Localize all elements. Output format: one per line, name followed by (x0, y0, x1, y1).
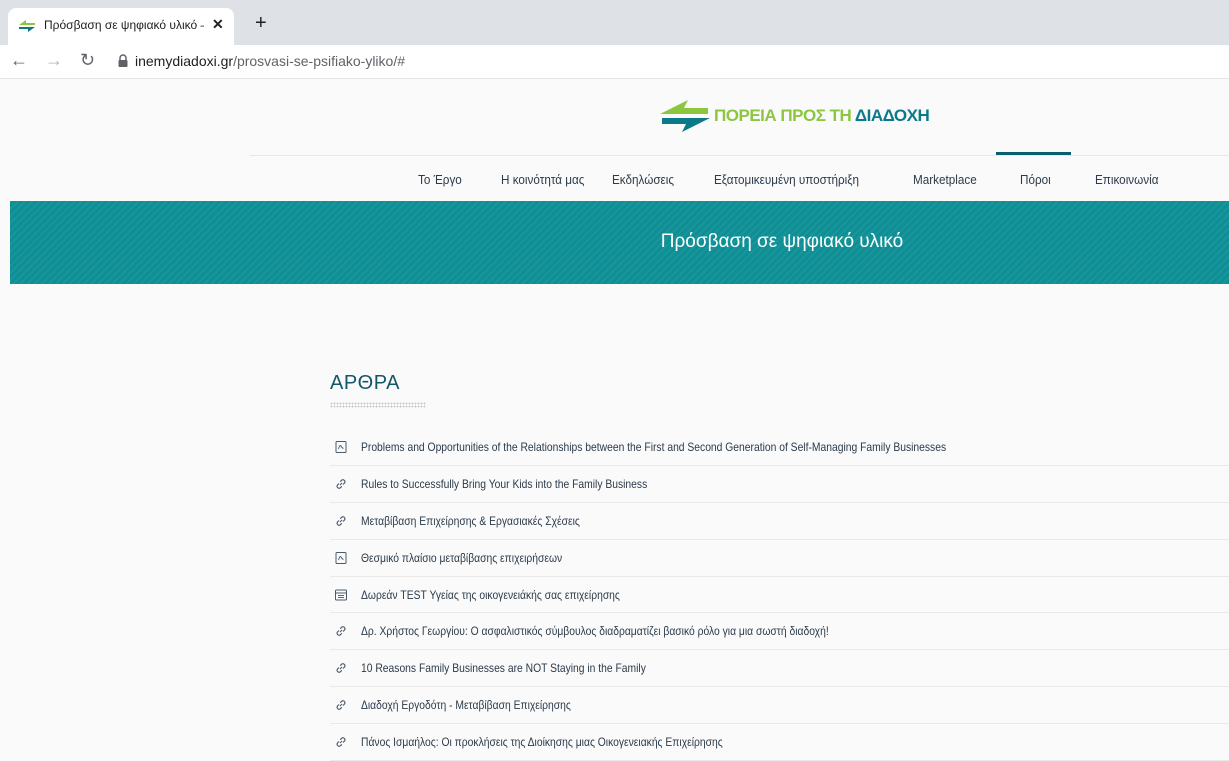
lock-icon[interactable] (118, 54, 128, 68)
tab-title: Πρόσβαση σε ψηφιακό υλικό – Π (44, 18, 204, 32)
link-icon (335, 661, 347, 674)
site-favicon-icon (19, 20, 35, 32)
link-icon (335, 477, 347, 489)
page-title: Πρόσβαση σε ψηφιακό υλικό (660, 231, 904, 252)
article-row[interactable]: Μεταβίβαση Επιχείρησης & Εργασιακές Σχέσ… (330, 503, 1229, 540)
browser-tab-bar: Πρόσβαση σε ψηφιακό υλικό – Π ✕ + (0, 0, 1229, 45)
nav-item-koinotita[interactable]: Η κοινότητά μας (501, 172, 584, 187)
section-heading: ΑΡΘΡΑ (330, 372, 400, 394)
article-link[interactable]: Πάνος Ισμαήλος: Οι προκλήσεις της Διοίκη… (361, 735, 723, 749)
url-path: /prosvasi-se-psifiako-yliko/# (233, 53, 406, 69)
logo-text: ΠΟΡΕΙΑ ΠΡΟΣ ΤΗ ΔΙΑΔΟΧΗ (714, 106, 930, 126)
site-logo[interactable]: ΠΟΡΕΙΑ ΠΡΟΣ ΤΗ ΔΙΑΔΟΧΗ (658, 96, 930, 136)
reload-icon[interactable]: ↻ (80, 50, 95, 70)
article-link[interactable]: Rules to Successfully Bring Your Kids in… (361, 477, 647, 491)
nav-item-marketplace[interactable]: Marketplace (913, 172, 977, 187)
url-domain: inemydiadoxi.gr (135, 53, 234, 69)
logo-text-part1: ΠΟΡΕΙΑ ΠΡΟΣ ΤΗ (714, 106, 855, 125)
article-row[interactable]: Δωρεάν TEST Υγείας της οικογενειάκής σας… (330, 577, 1229, 614)
link-icon (335, 514, 347, 526)
form-icon (335, 588, 347, 601)
tab-close-icon[interactable]: ✕ (212, 16, 224, 33)
nav-item-epikoinonia[interactable]: Επικοινωνία (1095, 172, 1158, 187)
nav-item-to-ergo[interactable]: Το Έργο (418, 172, 462, 187)
address-bar[interactable]: inemydiadoxi.gr/prosvasi-se-psifiako-yli… (135, 53, 405, 69)
article-link[interactable]: 10 Reasons Family Businesses are NOT Sta… (361, 661, 646, 675)
article-row[interactable]: Problems and Opportunities of the Relati… (330, 429, 1229, 466)
nav-active-indicator (996, 152, 1071, 155)
page-banner: Πρόσβαση σε ψηφιακό υλικό (10, 201, 1229, 284)
browser-tab[interactable]: Πρόσβαση σε ψηφιακό υλικό – Π ✕ (8, 8, 234, 45)
new-tab-icon[interactable]: + (255, 13, 267, 33)
nav-item-ekdiloseis[interactable]: Εκδηλώσεις (612, 172, 674, 187)
heading-underline (330, 402, 426, 408)
link-icon (335, 698, 347, 710)
article-link[interactable]: Problems and Opportunities of the Relati… (361, 440, 946, 454)
back-icon[interactable]: ← (10, 50, 28, 70)
article-link[interactable]: Θεσμικό πλαίσιο μεταβίβασης επιχειρήσεων (361, 551, 562, 565)
forward-icon[interactable]: → (45, 50, 63, 70)
logo-text-part2: ΔΙΑΔΟΧΗ (854, 106, 930, 125)
nav-item-ypostirixi[interactable]: Εξατομικευμένη υποστήριξη (714, 172, 859, 187)
article-link[interactable]: Δρ. Χρήστος Γεωργίου: Ο ασφαλιστικός σύμ… (361, 624, 829, 638)
pdf-icon (335, 440, 347, 453)
article-row[interactable]: Διαδοχή Εργοδότη - Μεταβίβαση Επιχείρηση… (330, 687, 1229, 725)
article-link[interactable]: Δωρεάν TEST Υγείας της οικογενειάκής σας… (361, 588, 620, 602)
article-row[interactable]: Πάνος Ισμαήλος: Οι προκλήσεις της Διοίκη… (330, 724, 1229, 761)
article-link[interactable]: Διαδοχή Εργοδότη - Μεταβίβαση Επιχείρηση… (361, 698, 571, 712)
article-row[interactable]: Δρ. Χρήστος Γεωργίου: Ο ασφαλιστικός σύμ… (330, 613, 1229, 651)
logo-arrows-icon (660, 100, 710, 132)
article-row[interactable]: Rules to Successfully Bring Your Kids in… (330, 466, 1229, 503)
pdf-icon (335, 551, 347, 564)
article-list: Problems and Opportunities of the Relati… (330, 429, 1229, 761)
article-row[interactable]: 10 Reasons Family Businesses are NOT Sta… (330, 650, 1229, 688)
nav-item-poroi[interactable]: Πόροι (1020, 172, 1051, 187)
link-icon (335, 735, 347, 747)
browser-toolbar: ← → ↻ inemydiadoxi.gr/prosvasi-se-psifia… (0, 45, 1229, 79)
header-divider (250, 155, 1229, 156)
article-link[interactable]: Μεταβίβαση Επιχείρησης & Εργασιακές Σχέσ… (361, 514, 580, 528)
article-row[interactable]: Θεσμικό πλαίσιο μεταβίβασης επιχειρήσεων (330, 540, 1229, 577)
link-icon (335, 624, 347, 637)
